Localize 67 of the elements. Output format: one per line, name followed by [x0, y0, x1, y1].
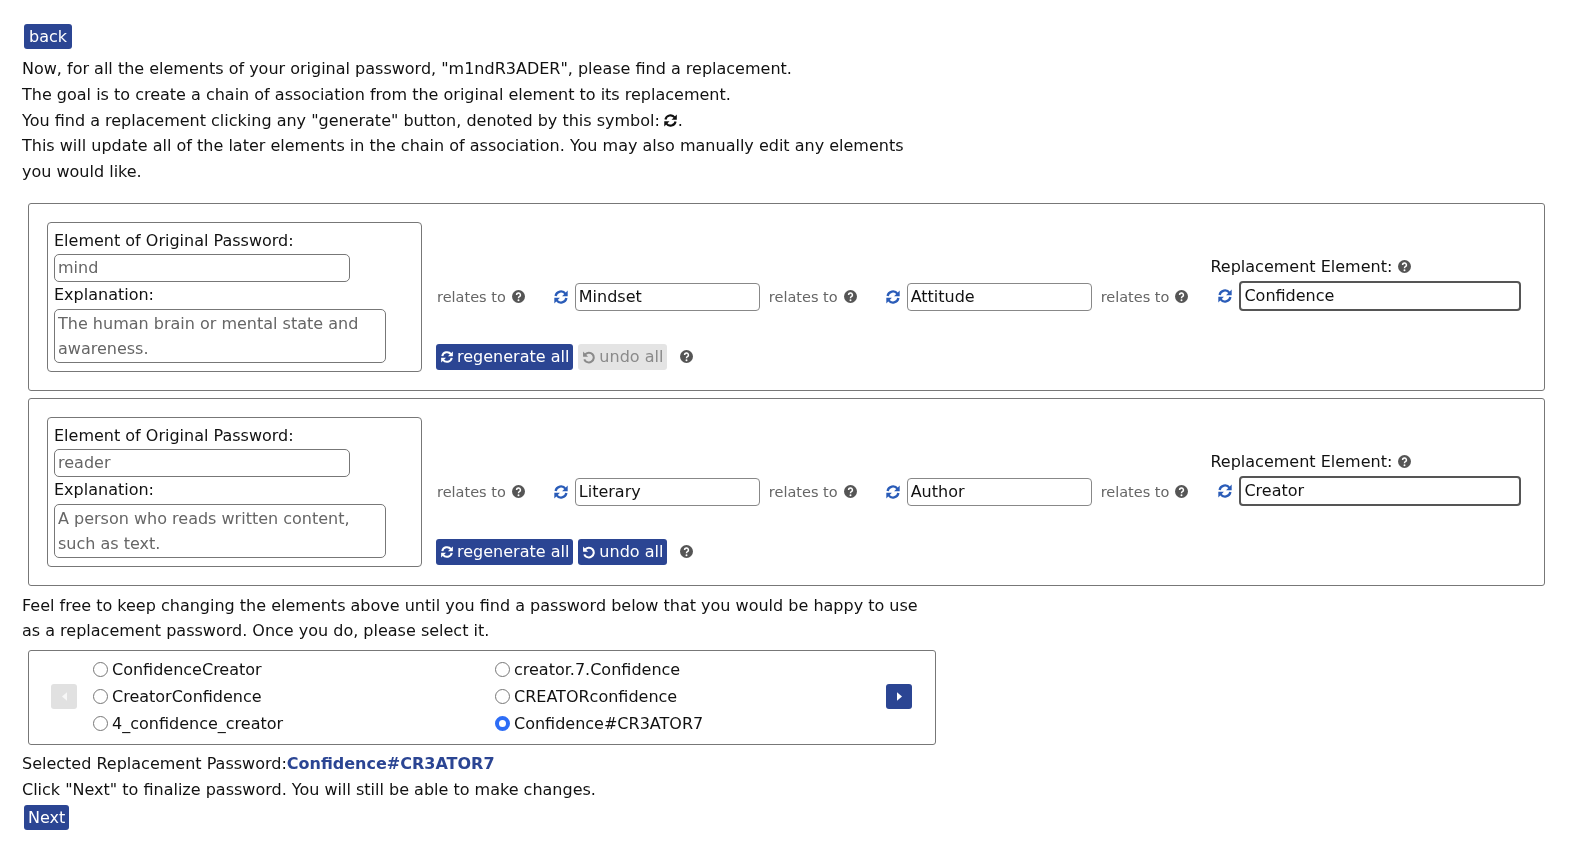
undo-icon [582, 350, 597, 364]
regenerate-all-button[interactable]: regenerate all [436, 539, 574, 565]
replacement-element-field[interactable]: Creator [1239, 476, 1522, 506]
radio-button[interactable] [495, 716, 510, 731]
field-label: Explanation: [54, 480, 155, 500]
intro-text: This will update all of the later elements in the chain of association. You may also manually edit any elements you would like. [22, 135, 905, 184]
relates-to-label: relates to [1100, 288, 1170, 307]
relates-to-label: relates to [768, 288, 838, 307]
chain-element-field[interactable]: Attitude [906, 283, 1092, 311]
help-icon[interactable] [511, 485, 525, 499]
help-icon[interactable] [843, 485, 857, 499]
password-option-label[interactable]: creator.7.Confidence [514, 660, 681, 679]
relates-to-label: relates to [437, 483, 506, 502]
field-label: Element of Original Password: [54, 426, 295, 446]
intro-text: . [677, 110, 683, 130]
chain-element-field[interactable]: Mindset [574, 283, 760, 311]
help-icon[interactable] [1398, 455, 1412, 469]
chain-element-field[interactable]: Author [906, 478, 1092, 506]
password-option-label[interactable]: CREATORconfidence [514, 687, 678, 706]
selected-password-value: Confidence#CR3ATOR7 [286, 754, 495, 773]
password-option-label[interactable]: 4_confidence_creator [112, 714, 284, 733]
refresh-icon[interactable] [884, 289, 901, 305]
field-label: Explanation: [54, 285, 155, 305]
refresh-icon[interactable] [884, 484, 901, 500]
refresh-icon[interactable] [552, 289, 569, 305]
chain-element-field[interactable]: Literary [574, 478, 760, 506]
refresh-icon[interactable] [1217, 288, 1234, 304]
refresh-icon [440, 350, 454, 364]
help-icon[interactable] [1398, 260, 1412, 274]
replacement-label: Replacement Element: [1210, 452, 1393, 472]
regenerate-all-button[interactable]: regenerate all [436, 344, 574, 370]
refresh-icon[interactable] [1217, 483, 1234, 499]
radio-button[interactable] [93, 716, 108, 731]
password-option-label[interactable]: ConfidenceCreator [112, 660, 262, 679]
radio-button[interactable] [93, 662, 108, 677]
undo-all-button[interactable]: undo all [578, 539, 668, 565]
password-option-label[interactable]: CreatorConfidence [112, 687, 262, 706]
relates-to-label: relates to [1100, 483, 1170, 502]
help-icon[interactable] [1175, 290, 1189, 304]
relates-to-label: relates to [437, 288, 506, 307]
selected-password-label: Selected Replacement Password: [22, 754, 287, 773]
next-button[interactable]: Next [24, 805, 70, 830]
field-label: Element of Original Password: [54, 231, 295, 251]
help-icon[interactable] [680, 350, 694, 364]
radio-button[interactable] [495, 662, 510, 677]
refresh-icon [662, 112, 678, 128]
relates-to-label: relates to [768, 483, 838, 502]
radio-button[interactable] [93, 689, 108, 704]
caret-right-icon [896, 692, 902, 701]
help-icon[interactable] [843, 290, 857, 304]
intro-text: The goal is to create a chain of association from the original element to its replacement. [22, 83, 732, 106]
help-icon[interactable] [680, 545, 694, 559]
refresh-icon [440, 545, 454, 559]
help-icon[interactable] [1175, 485, 1189, 499]
back-button[interactable]: back [24, 24, 73, 49]
replacement-label: Replacement Element: [1210, 257, 1393, 277]
replacement-element-field[interactable]: Confidence [1239, 281, 1522, 311]
instructions-text: Feel free to keep changing the elements above until you find a password below that you would be happy to use as a replacement password. Once you do, please select it. [22, 595, 919, 643]
intro-text: You find a replacement clicking any "generate" button, denoted by this symbol: [22, 110, 660, 130]
next-page-button[interactable] [886, 684, 912, 709]
refresh-icon[interactable] [552, 484, 569, 500]
password-option-label[interactable]: Confidence#CR3ATOR7 [514, 714, 704, 733]
intro-text: Now, for all the elements of your original password, "m1ndR3ADER", please find a replacement. [22, 58, 793, 80]
radio-button[interactable] [495, 689, 510, 704]
finalize-note: Click "Next" to finalize password. You will still be able to make changes. [22, 779, 597, 801]
undo-icon [582, 545, 597, 559]
help-icon[interactable] [511, 290, 525, 304]
